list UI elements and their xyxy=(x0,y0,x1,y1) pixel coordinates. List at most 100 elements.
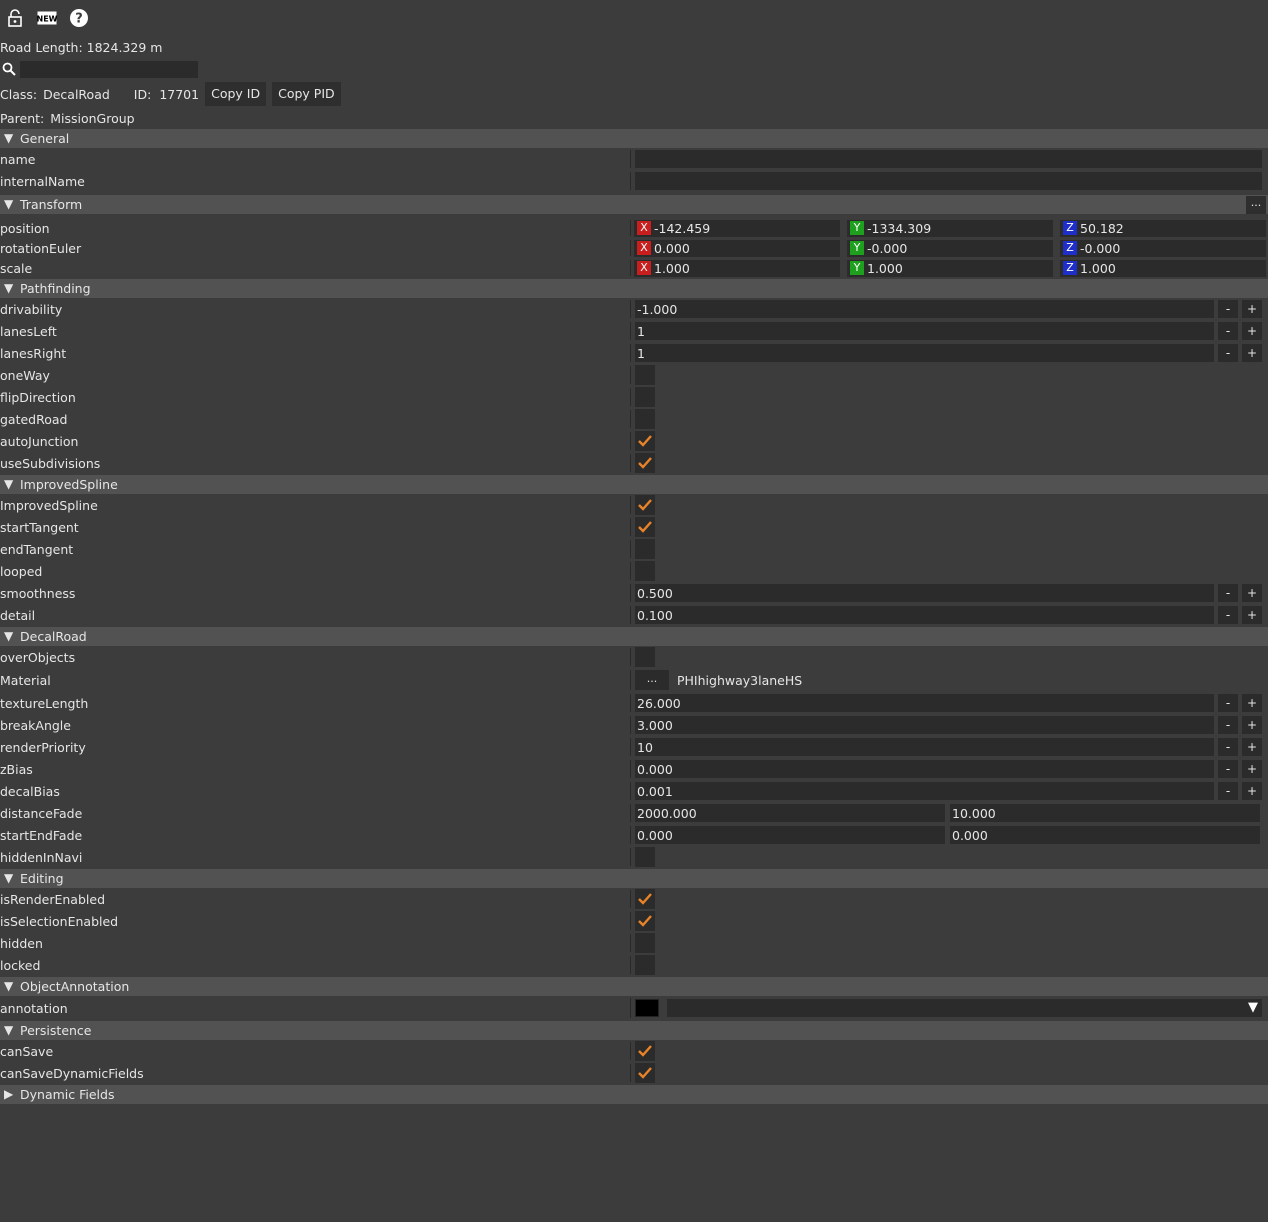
lanesleft-field[interactable]: 1 xyxy=(635,322,1214,340)
looped-checkbox[interactable] xyxy=(635,561,655,581)
copy-pid-button[interactable]: Copy PID xyxy=(272,82,341,106)
zbias-field[interactable]: 0.000 xyxy=(635,760,1214,778)
scale-y-field[interactable]: Y 1.000 xyxy=(847,259,1053,277)
property-label: breakAngle xyxy=(0,717,71,733)
hiddeninnavi-checkbox[interactable] xyxy=(635,847,655,867)
help-icon[interactable]: ? xyxy=(68,7,90,29)
increment-button[interactable]: + xyxy=(1242,782,1262,800)
decrement-button[interactable]: - xyxy=(1218,760,1238,778)
startendfade-end-field[interactable]: 0.000 xyxy=(950,826,1260,844)
renderpriority-field[interactable]: 10 xyxy=(635,738,1214,756)
cansavedynamicfields-checkbox[interactable] xyxy=(635,1063,655,1083)
flipdirection-checkbox[interactable] xyxy=(635,387,655,407)
cansave-checkbox[interactable] xyxy=(635,1041,655,1061)
increment-button[interactable]: + xyxy=(1242,300,1262,318)
position-z-field[interactable]: Z 50.182 xyxy=(1060,219,1266,237)
rotation-x-field[interactable]: X 0.000 xyxy=(634,239,840,257)
material-browse-button[interactable]: ... xyxy=(635,670,669,690)
transform-more-button[interactable]: ... xyxy=(1246,196,1266,214)
locked-checkbox[interactable] xyxy=(635,955,655,975)
property-label: flipDirection xyxy=(0,389,76,405)
rotation-y-field[interactable]: Y -0.000 xyxy=(847,239,1053,257)
collapse-triangle-icon: ▼ xyxy=(4,281,14,295)
annotation-dropdown[interactable]: ▼ xyxy=(667,999,1262,1017)
autojunction-checkbox[interactable] xyxy=(635,431,655,451)
z-axis-badge: Z xyxy=(1063,241,1077,255)
value-text: -0.000 xyxy=(1080,240,1121,256)
increment-button[interactable]: + xyxy=(1242,694,1262,712)
drivability-field[interactable]: -1.000 xyxy=(635,300,1214,318)
rotation-z-field[interactable]: Z -0.000 xyxy=(1060,239,1266,257)
starttangent-checkbox[interactable] xyxy=(635,517,655,537)
scale-z-field[interactable]: Z 1.000 xyxy=(1060,259,1266,277)
usesubdivisions-checkbox[interactable] xyxy=(635,453,655,473)
gatedroad-checkbox[interactable] xyxy=(635,409,655,429)
id-value: 17701 xyxy=(159,86,200,102)
section-general[interactable]: ▼ General xyxy=(0,129,1268,148)
decrement-button[interactable]: - xyxy=(1218,716,1238,734)
lanesright-field[interactable]: 1 xyxy=(635,344,1214,362)
position-y-field[interactable]: Y -1334.309 xyxy=(847,219,1053,237)
section-title: Pathfinding xyxy=(20,281,91,296)
value-text: -0.000 xyxy=(867,240,908,256)
value-text: 1.000 xyxy=(867,260,903,276)
property-label: ImprovedSpline xyxy=(0,497,98,513)
increment-button[interactable]: + xyxy=(1242,738,1262,756)
internalname-field[interactable] xyxy=(635,172,1262,190)
increment-button[interactable]: + xyxy=(1242,344,1262,362)
decalbias-field[interactable]: 0.001 xyxy=(635,782,1214,800)
decrement-button[interactable]: - xyxy=(1218,584,1238,602)
search-input[interactable] xyxy=(20,60,198,78)
property-row-overobjects: overObjects xyxy=(0,646,1268,668)
section-persistence[interactable]: ▼ Persistence xyxy=(0,1021,1268,1040)
section-dynamic-fields[interactable]: ▶ Dynamic Fields xyxy=(0,1085,1268,1104)
section-objectannotation[interactable]: ▼ ObjectAnnotation xyxy=(0,977,1268,996)
distancefade-start-field[interactable]: 2000.000 xyxy=(635,804,945,822)
decrement-button[interactable]: - xyxy=(1218,344,1238,362)
new-label: NEW xyxy=(37,15,57,24)
lock-icon[interactable] xyxy=(4,7,26,29)
name-field[interactable] xyxy=(635,150,1262,168)
z-axis-badge: Z xyxy=(1063,261,1077,275)
hidden-checkbox[interactable] xyxy=(635,933,655,953)
distancefade-end-field[interactable]: 10.000 xyxy=(950,804,1260,822)
detail-field[interactable]: 0.100 xyxy=(635,606,1214,624)
expand-triangle-icon: ▶ xyxy=(4,1087,14,1101)
texturelength-field[interactable]: 26.000 xyxy=(635,694,1214,712)
section-editing[interactable]: ▼ Editing xyxy=(0,869,1268,888)
oneway-checkbox[interactable] xyxy=(635,365,655,385)
isrenderenabled-checkbox[interactable] xyxy=(635,889,655,909)
section-transform[interactable]: ▼ Transform ... xyxy=(0,195,1268,214)
smoothness-field[interactable]: 0.500 xyxy=(635,584,1214,602)
decrement-button[interactable]: - xyxy=(1218,322,1238,340)
decrement-button[interactable]: - xyxy=(1218,606,1238,624)
increment-button[interactable]: + xyxy=(1242,606,1262,624)
annotation-color-swatch[interactable] xyxy=(635,999,659,1017)
copy-id-button[interactable]: Copy ID xyxy=(205,82,267,106)
increment-button[interactable]: + xyxy=(1242,584,1262,602)
value-text: 50.182 xyxy=(1080,220,1124,236)
decrement-button[interactable]: - xyxy=(1218,300,1238,318)
increment-button[interactable]: + xyxy=(1242,716,1262,734)
startendfade-start-field[interactable]: 0.000 xyxy=(635,826,945,844)
value-text: 1.000 xyxy=(1080,260,1116,276)
scale-x-field[interactable]: X 1.000 xyxy=(634,259,840,277)
isselectionenabled-checkbox[interactable] xyxy=(635,911,655,931)
endtangent-checkbox[interactable] xyxy=(635,539,655,559)
overobjects-checkbox[interactable] xyxy=(635,647,655,667)
new-icon[interactable]: NEW xyxy=(36,7,58,29)
property-row-internalname: internalName xyxy=(0,170,1268,192)
increment-button[interactable]: + xyxy=(1242,322,1262,340)
decrement-button[interactable]: - xyxy=(1218,782,1238,800)
position-x-field[interactable]: X -142.459 xyxy=(634,219,840,237)
decrement-button[interactable]: - xyxy=(1218,694,1238,712)
section-improvedspline[interactable]: ▼ ImprovedSpline xyxy=(0,475,1268,494)
collapse-triangle-icon: ▼ xyxy=(4,131,14,145)
improvedspline-checkbox[interactable] xyxy=(635,495,655,515)
increment-button[interactable]: + xyxy=(1242,760,1262,778)
breakangle-field[interactable]: 3.000 xyxy=(635,716,1214,734)
property-label: lanesRight xyxy=(0,345,67,361)
section-pathfinding[interactable]: ▼ Pathfinding xyxy=(0,279,1268,298)
decrement-button[interactable]: - xyxy=(1218,738,1238,756)
section-decalroad[interactable]: ▼ DecalRoad xyxy=(0,627,1268,646)
